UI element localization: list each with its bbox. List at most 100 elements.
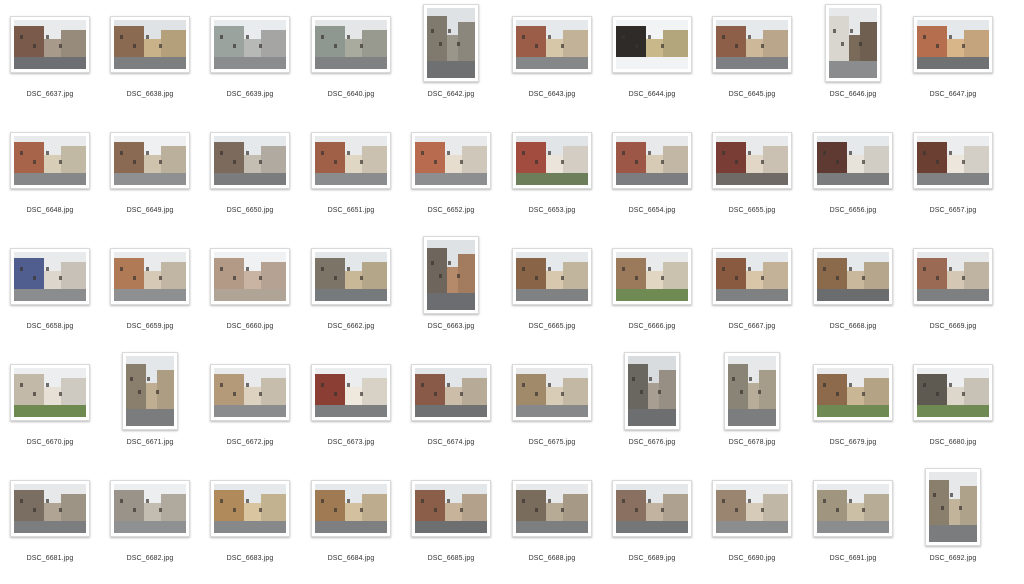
- file-item[interactable]: DSC_6691.jpg: [803, 468, 903, 584]
- file-item[interactable]: DSC_6684.jpg: [301, 468, 401, 584]
- file-item[interactable]: DSC_6644.jpg: [602, 4, 702, 120]
- file-name[interactable]: DSC_6659.jpg: [100, 323, 200, 330]
- file-thumbnail[interactable]: [122, 352, 178, 430]
- file-item[interactable]: DSC_6659.jpg: [100, 236, 200, 352]
- file-item[interactable]: DSC_6643.jpg: [502, 4, 602, 120]
- file-item[interactable]: DSC_6655.jpg: [702, 120, 802, 236]
- file-name[interactable]: DSC_6666.jpg: [602, 323, 702, 330]
- file-name[interactable]: DSC_6643.jpg: [502, 91, 602, 98]
- file-name[interactable]: DSC_6681.jpg: [0, 555, 100, 562]
- file-item[interactable]: DSC_6678.jpg: [702, 352, 802, 468]
- file-item[interactable]: DSC_6662.jpg: [301, 236, 401, 352]
- file-thumbnail[interactable]: [712, 132, 792, 189]
- file-thumbnail[interactable]: [311, 132, 391, 189]
- file-name[interactable]: DSC_6671.jpg: [100, 439, 200, 446]
- file-name[interactable]: DSC_6673.jpg: [301, 439, 401, 446]
- file-name[interactable]: DSC_6663.jpg: [401, 323, 501, 330]
- file-item[interactable]: DSC_6665.jpg: [502, 236, 602, 352]
- file-name[interactable]: DSC_6679.jpg: [803, 439, 903, 446]
- file-item[interactable]: DSC_6649.jpg: [100, 120, 200, 236]
- file-item[interactable]: DSC_6647.jpg: [903, 4, 1003, 120]
- file-thumbnail[interactable]: [10, 480, 90, 537]
- file-name[interactable]: DSC_6670.jpg: [0, 439, 100, 446]
- file-thumbnail[interactable]: [10, 132, 90, 189]
- file-name[interactable]: DSC_6692.jpg: [903, 555, 1003, 562]
- file-item[interactable]: DSC_6658.jpg: [0, 236, 100, 352]
- file-thumbnail[interactable]: [311, 480, 391, 537]
- file-thumbnail[interactable]: [411, 132, 491, 189]
- file-item[interactable]: DSC_6685.jpg: [401, 468, 501, 584]
- file-name[interactable]: DSC_6688.jpg: [502, 555, 602, 562]
- file-thumbnail[interactable]: [712, 248, 792, 305]
- file-thumbnail[interactable]: [210, 480, 290, 537]
- file-thumbnail[interactable]: [10, 248, 90, 305]
- file-thumbnail[interactable]: [813, 248, 893, 305]
- file-item[interactable]: DSC_6666.jpg: [602, 236, 702, 352]
- file-item[interactable]: DSC_6663.jpg: [401, 236, 501, 352]
- file-item[interactable]: DSC_6680.jpg: [903, 352, 1003, 468]
- file-name[interactable]: DSC_6660.jpg: [200, 323, 300, 330]
- file-thumbnail[interactable]: [825, 4, 881, 82]
- file-thumbnail[interactable]: [512, 132, 592, 189]
- file-thumbnail[interactable]: [512, 364, 592, 421]
- file-thumbnail[interactable]: [10, 364, 90, 421]
- file-thumbnail[interactable]: [512, 248, 592, 305]
- file-name[interactable]: DSC_6676.jpg: [602, 439, 702, 446]
- file-item[interactable]: DSC_6689.jpg: [602, 468, 702, 584]
- file-name[interactable]: DSC_6640.jpg: [301, 91, 401, 98]
- file-item[interactable]: DSC_6672.jpg: [200, 352, 300, 468]
- file-thumbnail[interactable]: [612, 16, 692, 73]
- file-item[interactable]: DSC_6637.jpg: [0, 4, 100, 120]
- file-name[interactable]: DSC_6657.jpg: [903, 207, 1003, 214]
- file-name[interactable]: DSC_6689.jpg: [602, 555, 702, 562]
- file-name[interactable]: DSC_6678.jpg: [702, 439, 802, 446]
- file-thumbnail[interactable]: [612, 132, 692, 189]
- file-name[interactable]: DSC_6662.jpg: [301, 323, 401, 330]
- file-name[interactable]: DSC_6665.jpg: [502, 323, 602, 330]
- file-thumbnail[interactable]: [913, 132, 993, 189]
- file-thumbnail[interactable]: [110, 132, 190, 189]
- file-name[interactable]: DSC_6685.jpg: [401, 555, 501, 562]
- file-item[interactable]: DSC_6654.jpg: [602, 120, 702, 236]
- file-name[interactable]: DSC_6644.jpg: [602, 91, 702, 98]
- file-name[interactable]: DSC_6642.jpg: [401, 91, 501, 98]
- file-item[interactable]: DSC_6657.jpg: [903, 120, 1003, 236]
- file-item[interactable]: DSC_6645.jpg: [702, 4, 802, 120]
- file-item[interactable]: DSC_6690.jpg: [702, 468, 802, 584]
- file-thumbnail[interactable]: [210, 248, 290, 305]
- file-thumbnail[interactable]: [110, 16, 190, 73]
- file-name[interactable]: DSC_6674.jpg: [401, 439, 501, 446]
- file-thumbnail[interactable]: [411, 364, 491, 421]
- file-thumbnail[interactable]: [10, 16, 90, 73]
- file-name[interactable]: DSC_6668.jpg: [803, 323, 903, 330]
- file-name[interactable]: DSC_6647.jpg: [903, 91, 1003, 98]
- file-item[interactable]: DSC_6640.jpg: [301, 4, 401, 120]
- file-thumbnail[interactable]: [724, 352, 780, 430]
- file-name[interactable]: DSC_6691.jpg: [803, 555, 903, 562]
- file-item[interactable]: DSC_6683.jpg: [200, 468, 300, 584]
- file-thumbnail[interactable]: [813, 132, 893, 189]
- file-name[interactable]: DSC_6655.jpg: [702, 207, 802, 214]
- file-name[interactable]: DSC_6656.jpg: [803, 207, 903, 214]
- file-thumbnail[interactable]: [110, 248, 190, 305]
- file-name[interactable]: DSC_6684.jpg: [301, 555, 401, 562]
- file-thumbnail[interactable]: [712, 480, 792, 537]
- file-item[interactable]: DSC_6674.jpg: [401, 352, 501, 468]
- file-name[interactable]: DSC_6649.jpg: [100, 207, 200, 214]
- file-thumbnail[interactable]: [913, 16, 993, 73]
- file-item[interactable]: DSC_6676.jpg: [602, 352, 702, 468]
- file-thumbnail[interactable]: [813, 364, 893, 421]
- file-item[interactable]: DSC_6688.jpg: [502, 468, 602, 584]
- file-item[interactable]: DSC_6646.jpg: [803, 4, 903, 120]
- file-item[interactable]: DSC_6652.jpg: [401, 120, 501, 236]
- file-item[interactable]: DSC_6682.jpg: [100, 468, 200, 584]
- file-thumbnail[interactable]: [712, 16, 792, 73]
- file-name[interactable]: DSC_6672.jpg: [200, 439, 300, 446]
- file-item[interactable]: DSC_6656.jpg: [803, 120, 903, 236]
- file-item[interactable]: DSC_6673.jpg: [301, 352, 401, 468]
- file-thumbnail[interactable]: [925, 468, 981, 546]
- file-name[interactable]: DSC_6658.jpg: [0, 323, 100, 330]
- file-thumbnail[interactable]: [612, 248, 692, 305]
- file-thumbnail[interactable]: [210, 16, 290, 73]
- file-item[interactable]: DSC_6681.jpg: [0, 468, 100, 584]
